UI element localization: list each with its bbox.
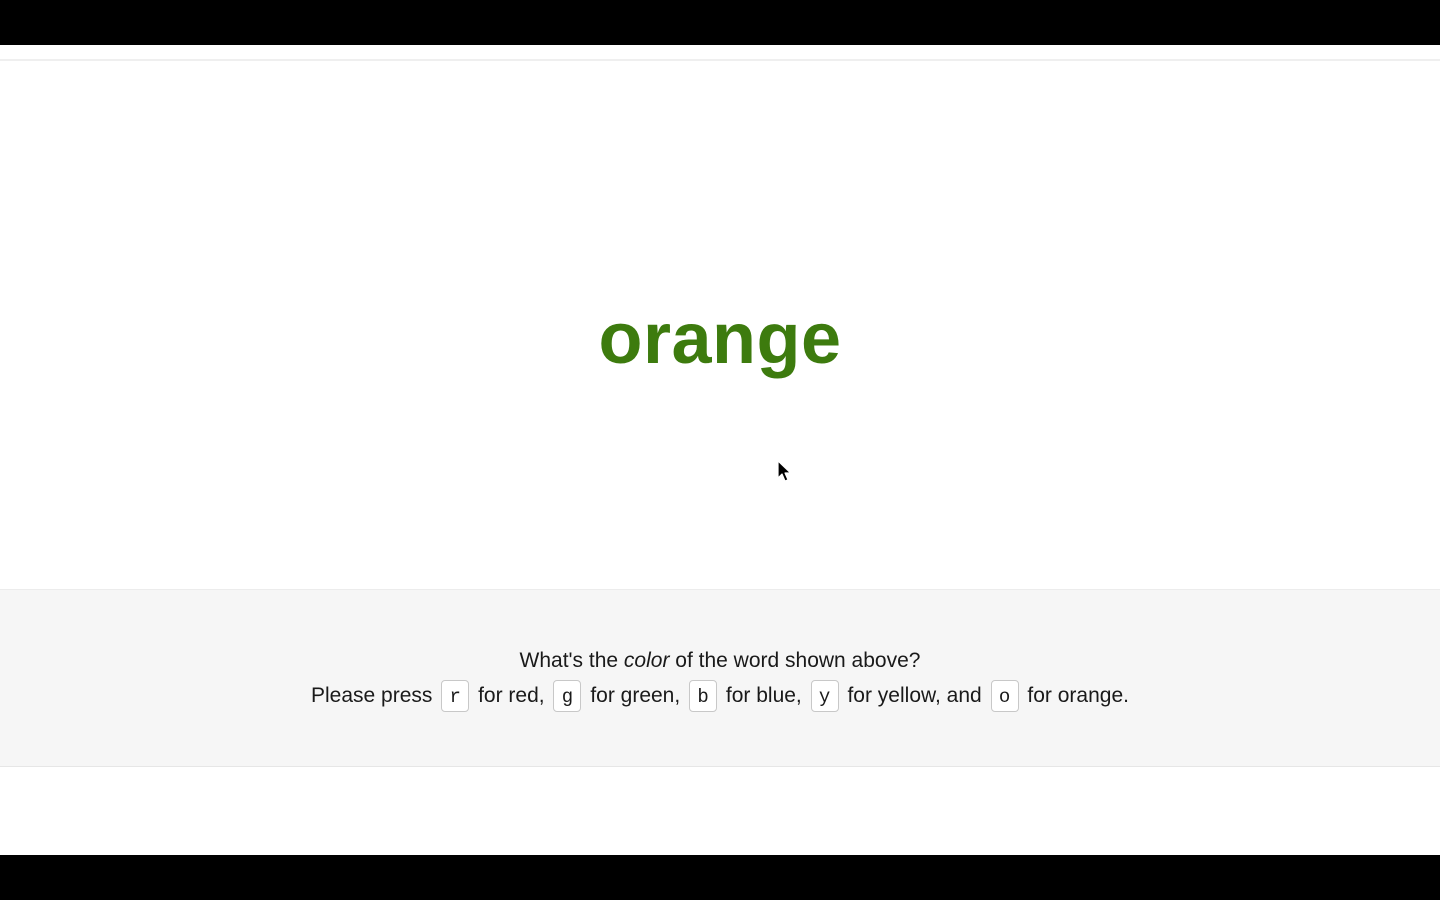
key-r-label: for red, [478,684,545,707]
question-text: What's the color of the word shown above… [0,648,1440,674]
question-text-end: of the word shown above? [669,649,921,672]
key-y-label: for yellow, and [847,684,982,707]
key-r[interactable]: r [441,680,470,713]
key-g-label: for green, [590,684,681,707]
stimulus-area: orange [0,61,1440,589]
letterbox-bottom [0,855,1440,900]
key-instructions: Please press r for red, g for green, b f… [0,678,1440,714]
key-y[interactable]: y [810,680,839,713]
question-emphasis: color [623,649,670,672]
mouse-pointer-icon [777,460,792,482]
key-o[interactable]: o [990,680,1019,713]
instruction-panel: What's the color of the word shown above… [0,589,1440,767]
key-b-label: for blue, [725,684,802,707]
key-g[interactable]: g [553,680,582,713]
key-b[interactable]: b [689,680,718,713]
press-prefix: Please press [311,684,433,707]
key-o-label: for orange. [1027,684,1129,707]
question-text-start: What's the [519,649,624,672]
experiment-page: orange What's the color of the word show… [0,45,1440,855]
stimulus-word: orange [598,299,842,379]
letterbox-top [0,0,1440,45]
